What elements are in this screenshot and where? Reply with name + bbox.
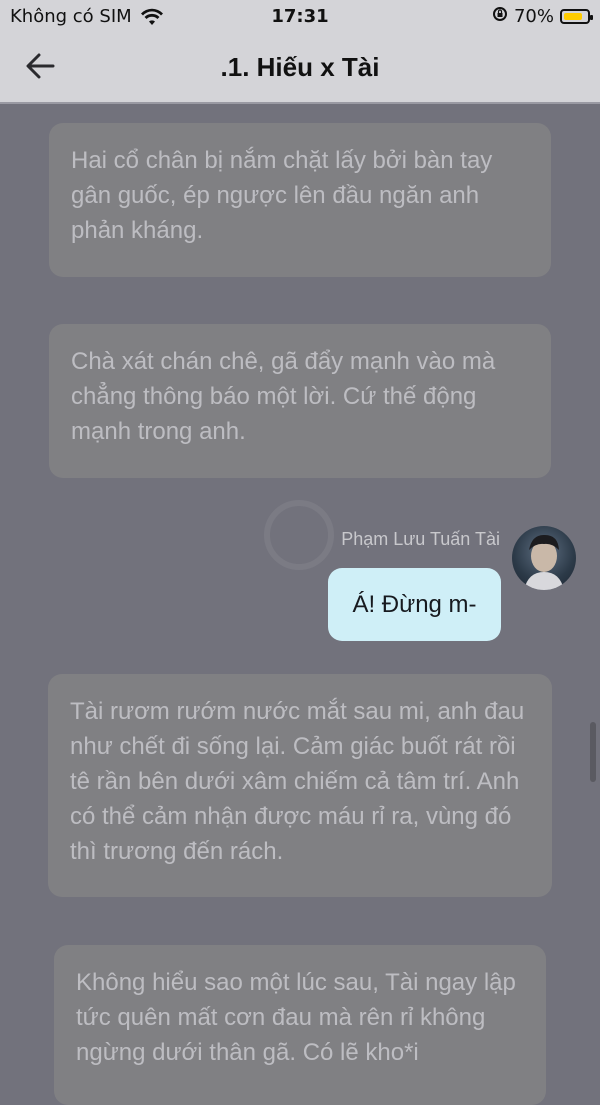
battery-icon: [560, 9, 593, 24]
message-bubble: Tài rươm rướm nước mắt sau mi, anh đau n…: [48, 674, 552, 897]
avatar[interactable]: [512, 526, 576, 590]
loading-spinner: [264, 500, 334, 570]
message-text: Chà xát chán chê, gã đẩy mạnh vào mà chẳ…: [71, 348, 496, 445]
message-text: Á! Đừng m-: [352, 590, 477, 618]
my-message-bubble: Á! Đừng m-: [328, 568, 501, 641]
nav-bar: .1. Hiếu x Tài: [0, 34, 600, 104]
message-bubble: Hai cổ chân bị nắm chặt lấy bởi bàn tay …: [49, 123, 551, 277]
sender-name: Phạm Lưu Tuấn Tài: [341, 529, 500, 549]
message-text: Hai cổ chân bị nắm chặt lấy bởi bàn tay …: [71, 147, 493, 244]
scrollbar-thumb[interactable]: [590, 722, 596, 782]
status-bar: Không có SIM 17:31 70%: [0, 0, 600, 34]
message-text: Tài rươm rướm nước mắt sau mi, anh đau n…: [70, 698, 525, 865]
message-text: Không hiểu sao một lúc sau, Tài ngay lập…: [76, 969, 516, 1066]
status-right: 70%: [492, 6, 593, 27]
avatar-image: [524, 534, 564, 590]
message-bubble: Không hiểu sao một lúc sau, Tài ngay lập…: [54, 945, 546, 1105]
page-title: .1. Hiếu x Tài: [220, 52, 380, 82]
battery-percent: 70%: [513, 6, 554, 27]
message-bubble: Chà xát chán chê, gã đẩy mạnh vào mà chẳ…: [49, 324, 551, 478]
rotation-lock-icon: [492, 6, 508, 27]
